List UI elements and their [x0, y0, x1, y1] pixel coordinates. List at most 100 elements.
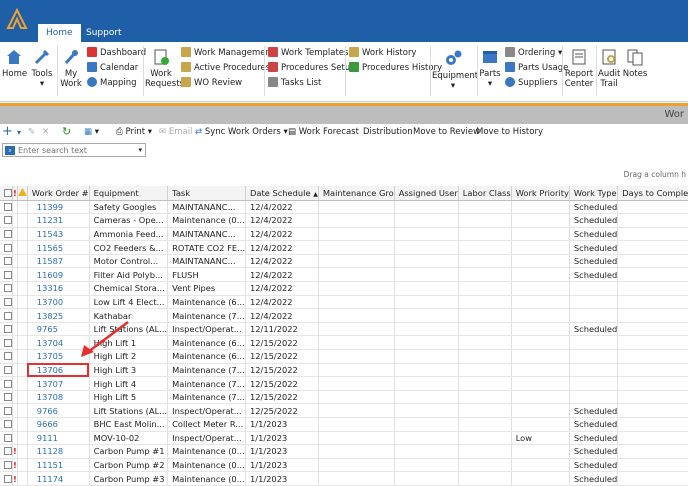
work-requests-button[interactable]: Work Requests — [145, 48, 184, 89]
row-checkbox[interactable] — [0, 363, 13, 378]
mapping-button[interactable]: Mapping — [87, 77, 136, 89]
work-order-link[interactable]: 11587 — [27, 254, 90, 269]
checkbox[interactable] — [4, 379, 12, 388]
notes-button[interactable]: Notes — [622, 48, 648, 79]
table-row[interactable]: 9766 Lift Stations (AL... Inspect/Operat..… — [0, 403, 688, 418]
checkbox[interactable] — [4, 297, 12, 306]
row-checkbox[interactable] — [0, 200, 13, 215]
table-row[interactable]: ! 11151 Carbon Pump #2 Maintenance (0... 1/1… — [0, 458, 688, 473]
sync-work-orders-button[interactable]: ⇄ Sync Work Orders ▾ — [195, 127, 288, 137]
row-checkbox[interactable] — [0, 227, 13, 242]
col-equipment[interactable]: Equipment — [89, 186, 169, 201]
row-checkbox[interactable] — [0, 390, 13, 405]
work-order-link[interactable]: 11231 — [27, 213, 90, 228]
work-order-link[interactable]: 13708 — [27, 390, 90, 405]
work-order-link[interactable]: 13700 — [27, 295, 90, 310]
work-order-link[interactable]: 11609 — [27, 267, 90, 283]
work-management-button[interactable]: Work Management — [181, 47, 274, 59]
checkbox[interactable] — [4, 447, 12, 456]
search-input[interactable] — [18, 145, 128, 156]
col-maintenance-group[interactable]: Maintenance Gro — [318, 186, 395, 201]
row-checkbox[interactable] — [0, 267, 13, 283]
work-order-link[interactable]: 13825 — [27, 308, 90, 323]
work-order-link[interactable]: 11543 — [27, 227, 90, 242]
work-order-link[interactable]: 13705 — [27, 349, 90, 364]
checkbox[interactable] — [4, 311, 12, 320]
row-checkbox[interactable] — [0, 417, 13, 432]
col-labor-class[interactable]: Labor Class — [458, 186, 512, 201]
row-checkbox[interactable] — [0, 322, 13, 337]
table-row[interactable]: ! 11128 Carbon Pump #1 Maintenance (0... 1/1… — [0, 444, 688, 459]
checkbox[interactable] — [4, 433, 12, 442]
row-checkbox[interactable] — [0, 240, 13, 255]
col-task[interactable]: Task — [167, 186, 246, 201]
row-checkbox[interactable] — [0, 335, 13, 351]
table-row[interactable]: 9666 BHC East Molin... Collect Meter R... 1… — [0, 417, 688, 432]
checkbox[interactable] — [4, 365, 12, 374]
row-checkbox[interactable] — [0, 376, 13, 391]
tasks-list-button[interactable]: Tasks List — [268, 77, 321, 89]
equipment-button[interactable]: Equipment ▾ — [432, 48, 478, 91]
table-row[interactable]: 11587 Motor Control... MAINTANANC... 12/4/2… — [0, 254, 688, 269]
row-checkbox[interactable] — [0, 349, 13, 364]
warning-icon[interactable] — [17, 186, 28, 201]
checkbox[interactable] — [4, 393, 12, 402]
table-row[interactable]: 11609 Filter Aid Polyb... FLUSH 12/4/2022 Sc… — [0, 267, 688, 283]
checkbox[interactable] — [4, 270, 12, 279]
tools-button[interactable]: Tools ▾ — [30, 48, 54, 89]
checkbox[interactable] — [4, 216, 12, 225]
add-icon[interactable]: + ▾ — [2, 124, 21, 139]
tab-support[interactable]: Support — [78, 24, 130, 42]
table-row[interactable]: 13708 High Lift 5 Maintenance (7... 12/15/2… — [0, 390, 688, 405]
move-to-history-button[interactable]: Move to History — [476, 127, 543, 137]
calendar-button[interactable]: Calendar — [87, 62, 138, 74]
work-forecast-button[interactable]: ▤ Work Forecast — [288, 127, 359, 137]
col-work-type[interactable]: Work Type — [569, 186, 619, 201]
view-menu-button[interactable]: ▦ ▾ — [84, 127, 99, 137]
work-order-link[interactable]: 9111 — [27, 431, 90, 446]
move-to-review-button[interactable]: Move to Review — [413, 127, 480, 137]
checkbox[interactable] — [4, 420, 12, 429]
checkbox[interactable] — [4, 257, 12, 266]
ordering-button[interactable]: Ordering ▾ — [505, 47, 562, 59]
checkbox[interactable] — [4, 352, 12, 361]
table-row[interactable]: ! 11174 Carbon Pump #3 Maintenance (0... 1/1… — [0, 471, 688, 486]
checkbox[interactable] — [4, 284, 12, 293]
email-button[interactable]: ✉ Email — [159, 127, 192, 137]
row-checkbox[interactable] — [0, 444, 13, 459]
work-order-link[interactable]: 13316 — [27, 281, 90, 296]
table-row[interactable]: 11543 Ammonia Feed... MAINTANANC... 12/4/20… — [0, 227, 688, 242]
work-history-button[interactable]: Work History — [349, 47, 416, 59]
checkbox[interactable] — [4, 229, 12, 238]
table-row[interactable]: 11399 Safety Googles MAINTANANC... 12/4/202… — [0, 200, 688, 215]
suppliers-button[interactable]: Suppliers — [505, 77, 557, 89]
row-checkbox[interactable] — [0, 403, 13, 418]
work-order-link[interactable]: 13704 — [27, 335, 90, 351]
row-checkbox[interactable] — [0, 213, 13, 228]
table-row[interactable]: 13705 High Lift 2 Maintenance (6... 12/15/2… — [0, 349, 688, 364]
procedures-setup-button[interactable]: Procedures Setup — [268, 62, 356, 74]
work-order-link[interactable]: 11128 — [27, 444, 90, 459]
chevron-down-icon[interactable]: ▾ — [138, 146, 142, 154]
dashboard-button[interactable]: Dashboard — [87, 47, 146, 59]
checkbox[interactable] — [4, 243, 12, 252]
row-checkbox[interactable] — [0, 295, 13, 310]
work-templates-button[interactable]: Work Templates — [268, 47, 348, 59]
search-box[interactable]: ⌕ ▾ — [2, 143, 146, 157]
work-order-link[interactable]: 11174 — [27, 471, 90, 486]
home-button[interactable]: Home — [2, 48, 27, 79]
col-days-to-complete[interactable]: Days to Complet — [617, 186, 688, 201]
work-order-link[interactable]: 11565 — [27, 240, 90, 255]
col-assigned-user[interactable]: Assigned User — [394, 186, 459, 201]
work-order-link[interactable]: 13707 — [27, 376, 90, 391]
work-order-link[interactable]: 9766 — [27, 403, 90, 418]
procedures-history-button[interactable]: Procedures History — [349, 62, 442, 74]
my-work-button[interactable]: My Work — [59, 48, 83, 89]
row-checkbox[interactable] — [0, 471, 13, 486]
select-all-checkbox[interactable] — [0, 186, 13, 201]
print-button[interactable]: ⎙ Print ▾ — [116, 127, 152, 137]
row-checkbox[interactable] — [0, 308, 13, 323]
checkbox[interactable] — [4, 338, 12, 347]
distribution-button[interactable]: Distribution — [363, 127, 413, 137]
col-work-priority[interactable]: Work Priority — [511, 186, 570, 201]
